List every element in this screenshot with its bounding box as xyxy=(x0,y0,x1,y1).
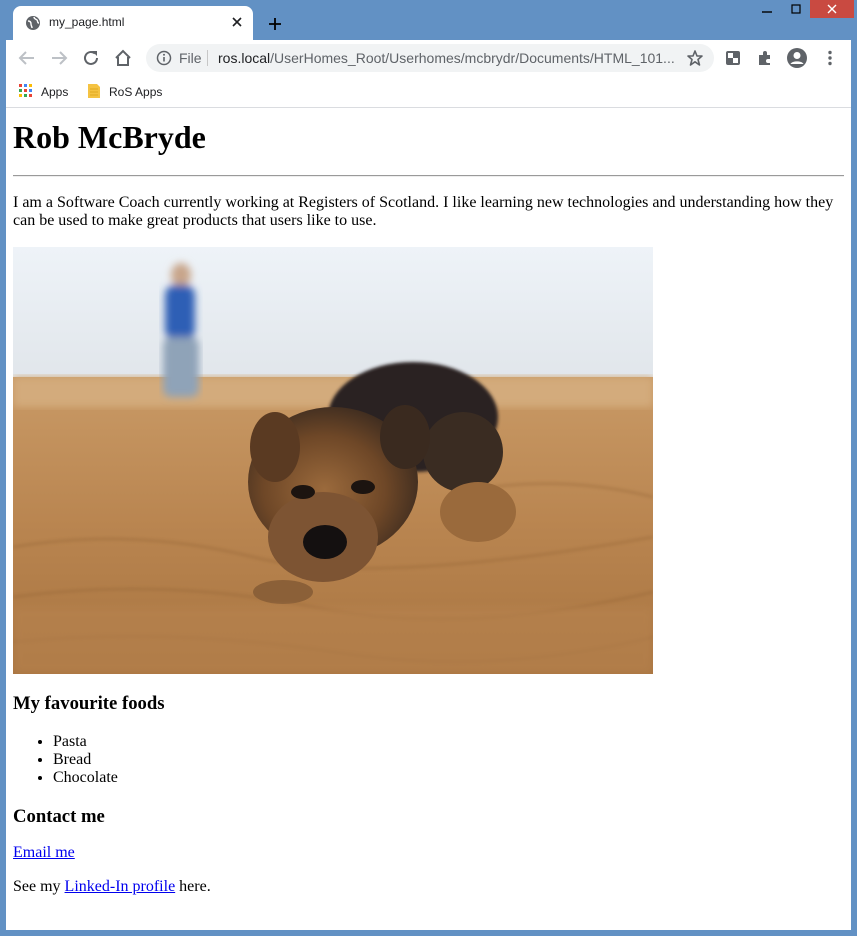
extensions-puzzle-icon[interactable] xyxy=(753,46,777,70)
linkedin-link[interactable]: Linked-In profile xyxy=(65,878,176,895)
linkedin-suffix: here. xyxy=(175,878,211,895)
forward-icon[interactable] xyxy=(47,46,71,70)
dog-on-beach-photo xyxy=(13,247,653,674)
list-item: Chocolate xyxy=(53,769,844,787)
horizontal-rule xyxy=(13,175,844,177)
intro-paragraph: I am a Software Coach currently working … xyxy=(13,194,834,229)
bookmark-apps[interactable]: Apps xyxy=(19,82,68,102)
linkedin-prefix: See my xyxy=(13,878,65,895)
browser-tab[interactable]: my_page.html xyxy=(13,6,253,40)
bookmark-label: RoS Apps xyxy=(109,85,163,99)
maximize-button[interactable] xyxy=(782,0,810,18)
back-icon[interactable] xyxy=(15,46,39,70)
profile-avatar-icon[interactable] xyxy=(785,46,809,70)
list-item: Bread xyxy=(53,751,844,769)
page-title: Rob McBryde xyxy=(13,119,206,155)
apps-grid-icon xyxy=(19,83,33,101)
globe-icon xyxy=(25,15,41,31)
browser-toolbar: File ros.local/UserHomes_Root/Userhomes/… xyxy=(6,40,851,76)
tab-title: my_page.html xyxy=(49,15,125,29)
foods-heading: My favourite foods xyxy=(13,693,165,714)
url-scheme-label: File xyxy=(179,50,202,66)
new-tab-button[interactable] xyxy=(263,12,287,36)
bookmarks-bar: Apps RoS Apps xyxy=(6,76,851,108)
list-item: Pasta xyxy=(53,733,844,751)
omnibox-divider xyxy=(207,50,208,66)
url-path: /UserHomes_Root/Userhomes/mcbrydr/Docume… xyxy=(270,50,675,66)
email-paragraph: Email me xyxy=(13,844,844,862)
bookmark-star-icon[interactable] xyxy=(686,49,704,67)
url-host: ros.local xyxy=(218,50,271,66)
page-viewport: Rob McBryde I am a Software Coach curren… xyxy=(6,108,851,930)
address-bar[interactable]: File ros.local/UserHomes_Root/Userhomes/… xyxy=(146,44,714,72)
linkedin-paragraph: See my Linked-In profile here. xyxy=(13,878,844,896)
bookmark-label: Apps xyxy=(41,85,69,99)
menu-kebab-icon[interactable] xyxy=(818,46,842,70)
minimize-button[interactable] xyxy=(752,0,782,18)
foods-list: Pasta Bread Chocolate xyxy=(13,733,844,787)
home-icon[interactable] xyxy=(111,46,135,70)
close-tab-icon[interactable] xyxy=(227,12,247,32)
reload-icon[interactable] xyxy=(79,46,103,70)
close-window-button[interactable] xyxy=(810,0,854,18)
info-icon[interactable] xyxy=(156,50,172,66)
title-bar: my_page.html xyxy=(0,0,857,40)
cast-extension-icon[interactable] xyxy=(721,46,745,70)
window-bottom-border xyxy=(0,930,857,936)
folder-icon xyxy=(87,83,101,102)
email-link[interactable]: Email me xyxy=(13,844,75,861)
contact-heading: Contact me xyxy=(13,806,105,827)
bookmark-ros-apps[interactable]: RoS Apps xyxy=(87,82,162,102)
url-text: ros.local/UserHomes_Root/Userhomes/mcbry… xyxy=(218,50,675,66)
